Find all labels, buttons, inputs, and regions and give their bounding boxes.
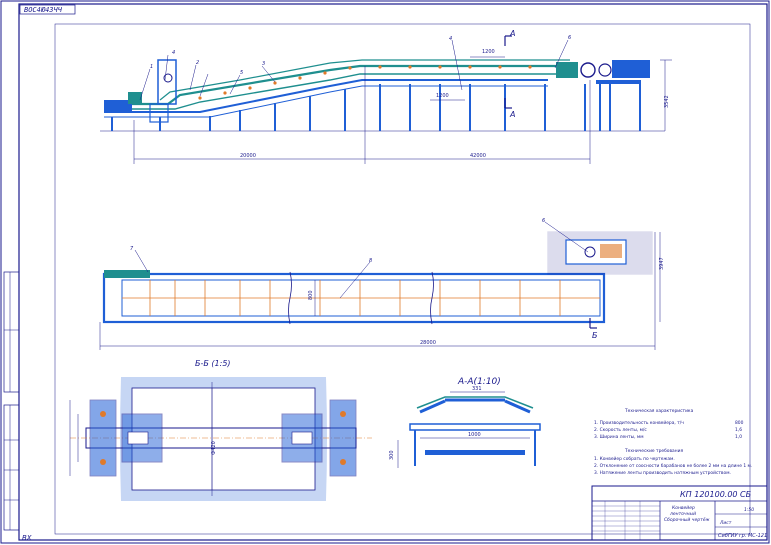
dim-section-a-top: 331 (472, 386, 482, 392)
cut-b-label: Б (592, 331, 598, 340)
pos-8: 8 (369, 258, 372, 264)
tech-line-1: 1. Производительность конвейера, т/ч (594, 419, 684, 426)
req-title: Технические требования (624, 447, 683, 454)
dim-span-low: 1200 (436, 93, 449, 99)
title-block: КП 120100.00 СБ Конвейер ленточный Сборо… (591, 485, 768, 541)
cut-a-label-top: А (509, 29, 515, 38)
pos-6: 6 (568, 35, 571, 41)
corner-mark: ВХ (22, 534, 32, 542)
req-line-2: 2. Отклонение от соосности барабанов не … (594, 462, 752, 469)
doc-code: КП 120100.00 СБ (680, 490, 752, 499)
dim-left: 20000 (240, 153, 256, 159)
section-b-title: Б-Б (1:5) (195, 359, 231, 368)
left-margin-stamps (3, 271, 20, 531)
dim-right: 42000 (470, 153, 486, 159)
tech-line-3: 3. Ширина ленты, мм (594, 434, 644, 440)
scale-value: 1:50 (744, 507, 754, 513)
section-a-view: А-А(1:10) 331 1000 300 (389, 377, 541, 468)
name-line-1: Конвейер (672, 505, 695, 511)
pos-3: 3 (262, 61, 265, 67)
name-line-2: ленточный (669, 511, 696, 517)
dim-span-top: 1200 (482, 49, 495, 55)
sheet-label: Лист (719, 520, 732, 526)
tech-line-2: 2. Скорость ленты, м/с (594, 427, 647, 433)
pos-2: 2 (196, 60, 199, 66)
dim-drum-diameter: Ф420 (211, 441, 217, 455)
head-drive-station (556, 60, 650, 131)
dim-belt: 800 (308, 290, 314, 300)
side-view-dims (133, 56, 672, 164)
pos-6-plan: 6 (542, 218, 545, 224)
technical-notes: Техническая характеристика 1. Производит… (594, 408, 752, 476)
dim-height: 3542 (664, 95, 670, 108)
troughed-idlers (419, 398, 531, 414)
plan-view: 28000 800 3947 Б 7 8 6 (99, 218, 665, 350)
tech-value-1: 800 (735, 420, 744, 426)
plan-drive-station (547, 231, 653, 275)
side-view-supports (111, 84, 641, 131)
cut-a-marks (504, 35, 512, 109)
pos-1: 1 (150, 64, 153, 70)
pos-4a: 4 (172, 50, 175, 56)
tech-value-2: 1,6 (735, 427, 742, 433)
pos-5: 5 (240, 70, 243, 76)
conveyor-assembly-drawing: ВОС4Ю4ЗЧЧ ВХ 20000 42000 3542 1200 1200 … (0, 0, 770, 544)
dim-plan-height: 3947 (659, 257, 665, 270)
req-line-3: 3. Натяжение ленты производить натяжным … (594, 469, 731, 476)
section-b-view: Б-Б (1:5) Ф420 (69, 359, 372, 501)
dim-section-a-width: 1000 (468, 432, 481, 438)
tech-value-3: 1,0 (735, 434, 742, 440)
req-line-1: 1. Конвейер собрать по чертежам. (594, 455, 675, 462)
cut-a-label-bottom: А (509, 110, 515, 119)
pos-7: 7 (130, 246, 134, 252)
frame-rail (104, 79, 548, 113)
org-label: СибГИУ гр. МС-121 (718, 533, 767, 539)
name-line-3: Сборочный чертёж (664, 517, 710, 523)
top-code-stamp: ВОС4Ю4ЗЧЧ (19, 4, 76, 15)
pos-4b: 4 (449, 36, 452, 42)
top-code-text: ВОС4Ю4ЗЧЧ (24, 6, 63, 14)
dim-total: 28000 (420, 340, 436, 346)
dim-section-a-side: 300 (389, 450, 395, 460)
side-view: 20000 42000 3542 1200 1200 А А 1 4 2 5 3… (100, 29, 672, 164)
tech-title: Техническая характеристика (624, 408, 694, 414)
